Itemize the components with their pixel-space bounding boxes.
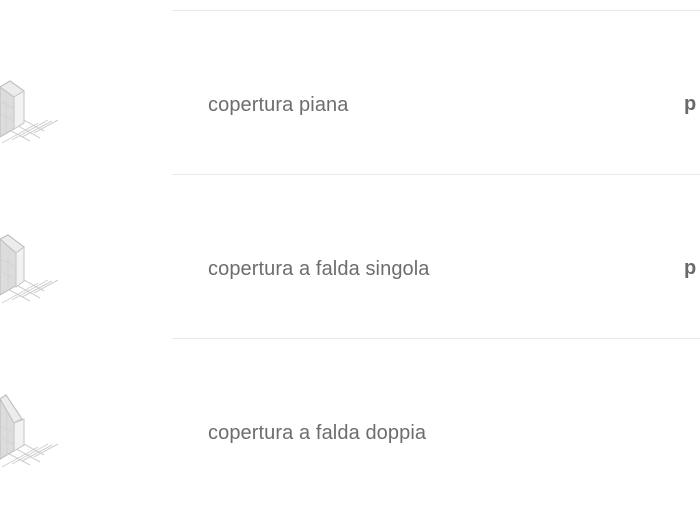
flat-roof-building-icon <box>0 41 62 151</box>
list-item-copertura-falda-singola[interactable]: copertura a falda singola p <box>0 175 700 338</box>
roof-type-label: copertura a falda doppia <box>208 422 427 444</box>
single-pitch-roof-building-icon <box>0 205 62 315</box>
roof-type-label: copertura piana <box>208 94 349 116</box>
list-item-copertura-piana[interactable]: copertura piana p <box>0 11 700 174</box>
list-item-copertura-falda-doppia[interactable]: copertura a falda doppia <box>0 339 700 502</box>
double-pitch-roof-building-icon <box>0 369 62 479</box>
truncated-text: p <box>684 93 697 115</box>
roof-type-label: copertura a falda singola <box>208 258 430 280</box>
truncated-text: p <box>684 257 697 279</box>
